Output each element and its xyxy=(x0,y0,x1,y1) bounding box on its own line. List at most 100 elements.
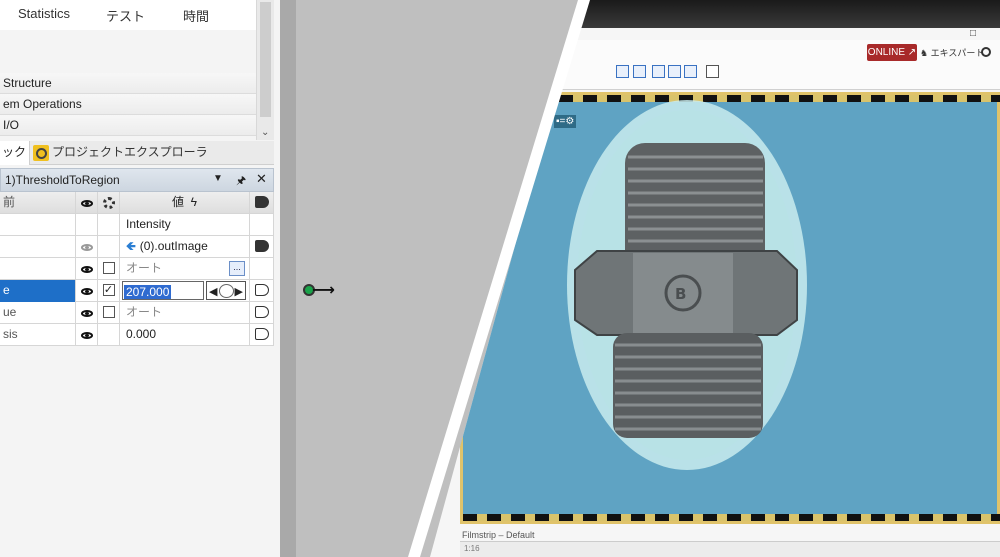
port-icon[interactable] xyxy=(254,239,269,252)
grid-row[interactable]: オート... xyxy=(0,258,274,280)
row-port xyxy=(250,214,274,236)
grid-row-selected[interactable]: e ✓ 207.000 ◀ ▶ xyxy=(0,280,274,302)
port-icon[interactable] xyxy=(254,283,269,296)
workspace-edge xyxy=(280,0,296,557)
category-io[interactable]: I/O xyxy=(0,115,256,136)
column-port-header xyxy=(250,192,274,214)
lightning-icon: ϟ xyxy=(190,195,198,209)
row-checkbox-checked[interactable]: ✓ xyxy=(102,283,115,296)
tab-toolbox[interactable]: ックス xyxy=(0,141,30,181)
filmstrip-bottom xyxy=(463,514,1000,521)
row-value[interactable]: オート xyxy=(120,302,250,324)
eye-icon[interactable] xyxy=(80,310,93,317)
row-check xyxy=(98,324,120,346)
row-port[interactable] xyxy=(250,324,274,346)
row-port[interactable] xyxy=(250,302,274,324)
row-name xyxy=(0,236,76,258)
fit-tool-icon[interactable] xyxy=(633,65,646,78)
grid-header-row: 前 値 ϟ xyxy=(0,192,274,214)
left-panel: Statistics テスト 時間 Structure em Operation… xyxy=(0,0,280,557)
viewer-overlay-tools-icon[interactable]: ▪=⚙ xyxy=(554,115,577,128)
category-scrollbar[interactable]: ⌄ xyxy=(256,0,274,140)
top-tabs: Statistics テスト 時間 xyxy=(0,0,256,30)
link-arrow-icon: 🡸 xyxy=(126,239,136,253)
value-spinner[interactable]: ◀ ▶ xyxy=(206,281,246,300)
spin-knob-icon[interactable] xyxy=(219,284,234,298)
filter-properties-header: 1)ThresholdToRegion ▼ 🖈 ✕ xyxy=(0,168,274,192)
pin-icon[interactable]: 🖈 xyxy=(236,172,246,191)
row-port[interactable] xyxy=(250,280,274,302)
row-check xyxy=(98,236,120,258)
pipe-fitting-image: B xyxy=(567,100,807,470)
dropdown-arrow-icon[interactable]: ▼ xyxy=(213,173,223,184)
row-visibility[interactable] xyxy=(76,302,98,324)
row-checkbox[interactable] xyxy=(102,261,115,274)
row-name: sis xyxy=(0,324,76,346)
eye-icon[interactable] xyxy=(80,266,93,273)
properties-grid: 前 値 ϟ Intensity 🡸 (0).outImage オート... e … xyxy=(0,192,274,346)
user-icon: ♞ xyxy=(920,48,929,58)
drag-cursor-icon: ⟶ xyxy=(312,282,335,299)
spin-left-icon[interactable]: ◀ xyxy=(209,282,217,302)
row-port[interactable] xyxy=(250,236,274,258)
tab-project-explorer-label: プロジェクトエクスプローラ xyxy=(52,145,208,159)
image-viewer[interactable]: B xyxy=(460,92,1000,524)
filmstrip-bar: 1:16 xyxy=(460,541,1000,557)
spin-right-icon[interactable]: ▶ xyxy=(235,282,243,302)
row-checkbox[interactable] xyxy=(102,305,115,318)
eye-icon[interactable] xyxy=(80,332,93,339)
row-port xyxy=(250,258,274,280)
port-icon[interactable] xyxy=(254,327,269,340)
grid-row[interactable]: Intensity xyxy=(0,214,274,236)
gear-icon xyxy=(102,196,115,209)
row-name: e xyxy=(0,280,76,302)
eye-icon xyxy=(80,200,93,207)
online-label: ONLINE xyxy=(867,47,906,58)
close-icon[interactable]: ✕ xyxy=(256,171,267,187)
eye-icon[interactable] xyxy=(80,244,93,251)
row-visibility[interactable] xyxy=(76,324,98,346)
port-icon[interactable] xyxy=(254,305,269,318)
browse-button[interactable]: ... xyxy=(229,261,245,276)
column-value-label: 値 xyxy=(171,195,184,209)
row-visibility[interactable] xyxy=(76,258,98,280)
threshold-value-text: 207.000 xyxy=(124,285,172,299)
category-structure[interactable]: Structure xyxy=(0,73,256,94)
category-item-operations[interactable]: em Operations xyxy=(0,94,256,115)
row-visibility[interactable] xyxy=(76,236,98,258)
info-tool-icon[interactable] xyxy=(652,65,665,78)
row-check[interactable]: ✓ xyxy=(98,280,120,302)
row-check[interactable] xyxy=(98,302,120,324)
threshold-value-input[interactable]: 207.000 xyxy=(122,281,204,300)
eye-icon[interactable] xyxy=(80,288,93,295)
row-check[interactable] xyxy=(98,258,120,280)
row-value[interactable]: 🡸 (0).outImage xyxy=(120,236,250,258)
row-value-text: (0).outImage xyxy=(139,239,208,253)
dock-tabs: ックス プロジェクトエクスプローラ xyxy=(0,141,274,181)
tab-statistics[interactable]: Statistics xyxy=(18,6,70,21)
globe-icon[interactable] xyxy=(981,47,991,57)
expert-label: エキスパート xyxy=(930,48,985,58)
search-icon xyxy=(33,144,49,161)
tab-time[interactable]: 時間 xyxy=(183,6,209,25)
row-value[interactable]: オート... xyxy=(120,258,250,280)
row-value[interactable]: 207.000 ◀ ▶ xyxy=(120,280,250,302)
view-tool-icon[interactable] xyxy=(706,65,719,78)
grid-row[interactable]: ue オート xyxy=(0,302,274,324)
tab-test[interactable]: テスト xyxy=(106,6,145,25)
grid-tool-icon[interactable] xyxy=(668,65,681,78)
row-visibility[interactable] xyxy=(76,280,98,302)
grid-row[interactable]: 🡸 (0).outImage xyxy=(0,236,274,258)
row-value-text: オート xyxy=(126,261,163,275)
tab-project-explorer[interactable]: プロジェクトエクスプローラ xyxy=(31,141,208,165)
scrollbar-thumb[interactable] xyxy=(260,2,271,117)
edit-tool-icon[interactable] xyxy=(684,65,697,78)
row-check xyxy=(98,214,120,236)
expert-mode-toggle[interactable]: ♞ エキスパート xyxy=(920,46,984,59)
row-value[interactable]: 0.000 xyxy=(120,324,250,346)
zoom-tool-icon[interactable] xyxy=(616,65,629,78)
column-value-header: 値 ϟ xyxy=(120,192,250,214)
scroll-down-icon[interactable]: ⌄ xyxy=(261,127,269,138)
grid-row[interactable]: sis 0.000 xyxy=(0,324,274,346)
online-button[interactable]: ONLINE ↗ xyxy=(867,44,917,61)
